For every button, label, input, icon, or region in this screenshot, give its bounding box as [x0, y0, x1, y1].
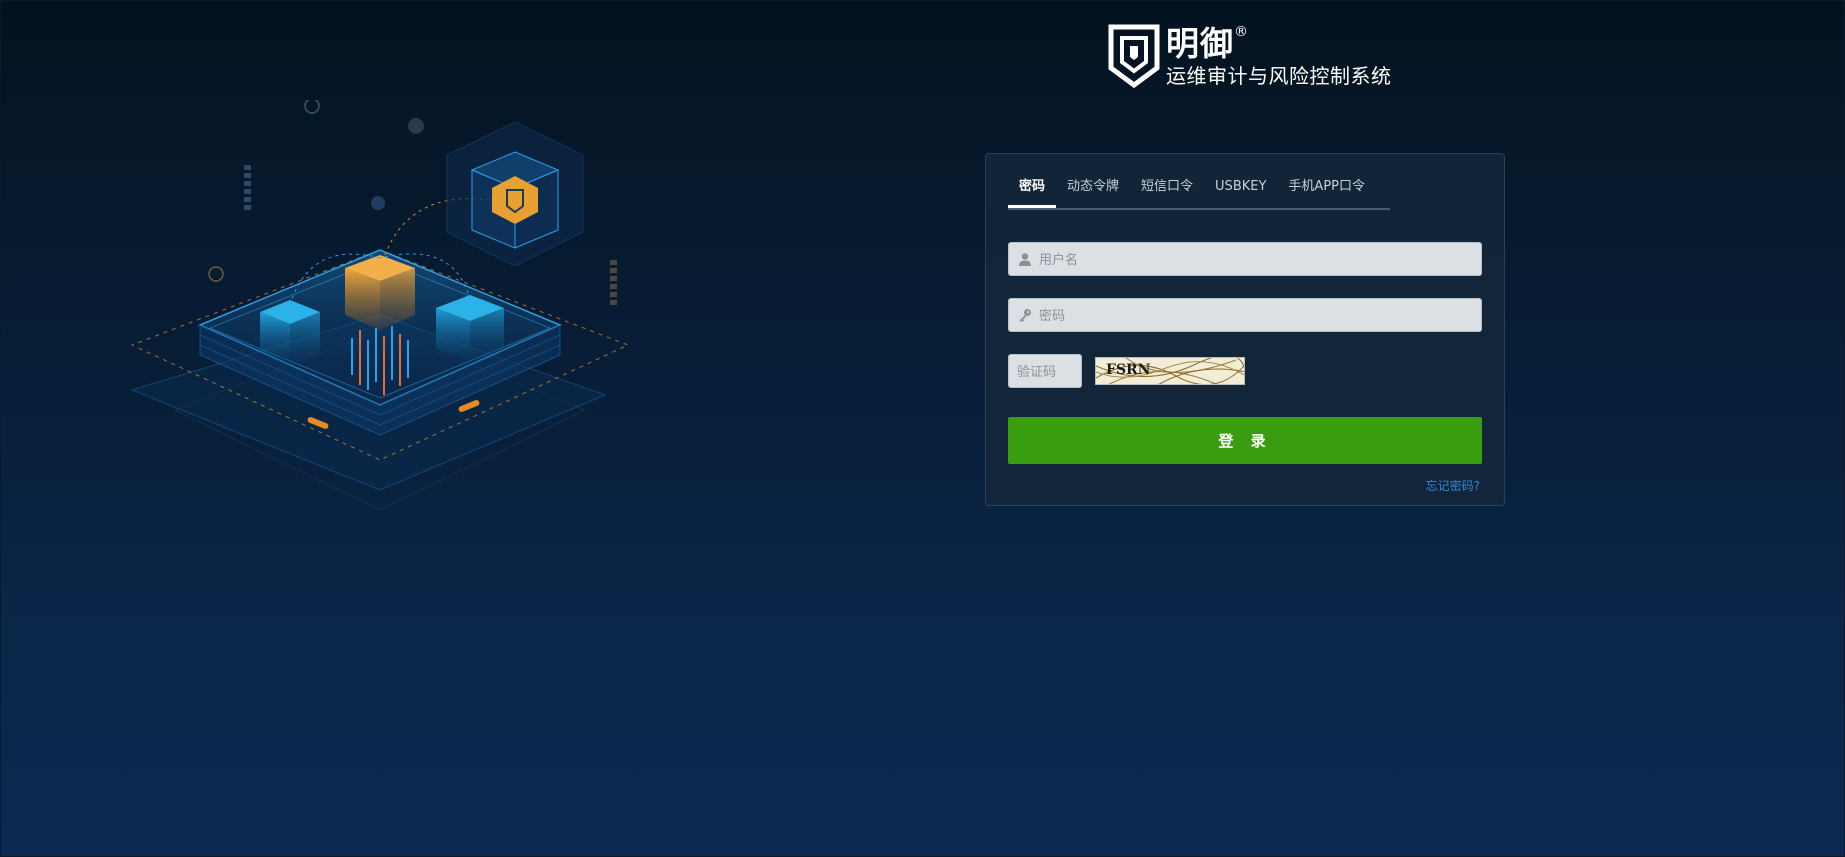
tab-sms-code[interactable]: 短信口令 — [1130, 174, 1204, 206]
username-field-wrapper — [1008, 242, 1482, 277]
login-panel: 密码 动态令牌 短信口令 USBKEY 手机APP口令 FS — [985, 153, 1505, 506]
tab-password[interactable]: 密码 — [1008, 174, 1057, 208]
user-icon — [1019, 253, 1031, 266]
username-input[interactable] — [1037, 243, 1471, 277]
captcha-field-wrapper — [1008, 354, 1082, 389]
auth-method-tabs: 密码 动态令牌 短信口令 USBKEY 手机APP口令 — [1008, 174, 1390, 210]
login-button[interactable]: 登 录 — [1008, 417, 1482, 464]
key-icon — [1019, 309, 1031, 322]
tab-usbkey[interactable]: USBKEY — [1204, 174, 1277, 206]
captcha-text: FSRN — [1106, 362, 1151, 378]
password-input[interactable] — [1037, 299, 1471, 333]
tab-dynamic-token[interactable]: 动态令牌 — [1056, 174, 1130, 206]
registered-mark: ® — [1234, 24, 1248, 40]
security-illustration — [130, 100, 630, 511]
product-logo: 明御 ® 运维审计与风险控制系统 — [1108, 24, 1408, 94]
password-field-wrapper — [1008, 298, 1482, 333]
captcha-input[interactable] — [1009, 355, 1079, 389]
product-subtitle: 运维审计与风险控制系统 — [1166, 64, 1392, 88]
shield-logo-icon — [1108, 24, 1160, 88]
brand-name: 明御 — [1166, 24, 1234, 63]
captcha-image[interactable]: FSRN — [1095, 357, 1245, 385]
forgot-password-link[interactable]: 忘记密码? — [1426, 477, 1480, 494]
tab-mobile-app-code[interactable]: 手机APP口令 — [1277, 174, 1376, 206]
